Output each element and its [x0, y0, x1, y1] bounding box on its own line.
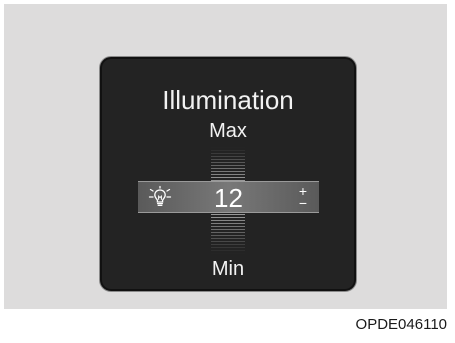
illumination-title: Illumination	[162, 85, 294, 115]
figure-code: OPDE046110	[355, 316, 447, 333]
brightness-scale-lower	[211, 214, 245, 254]
max-label: Max	[209, 120, 247, 142]
min-label: Min	[211, 258, 245, 280]
brightness-scale-upper	[211, 147, 245, 181]
decrease-button[interactable]: −	[295, 196, 311, 210]
illumination-value: 12	[214, 183, 243, 213]
illumination-adjust-bar[interactable]: 12 + −	[138, 181, 319, 213]
illumination-stepper[interactable]: + −	[295, 184, 311, 210]
illumination-display: Illumination Max 12 + − Min	[99, 56, 357, 292]
